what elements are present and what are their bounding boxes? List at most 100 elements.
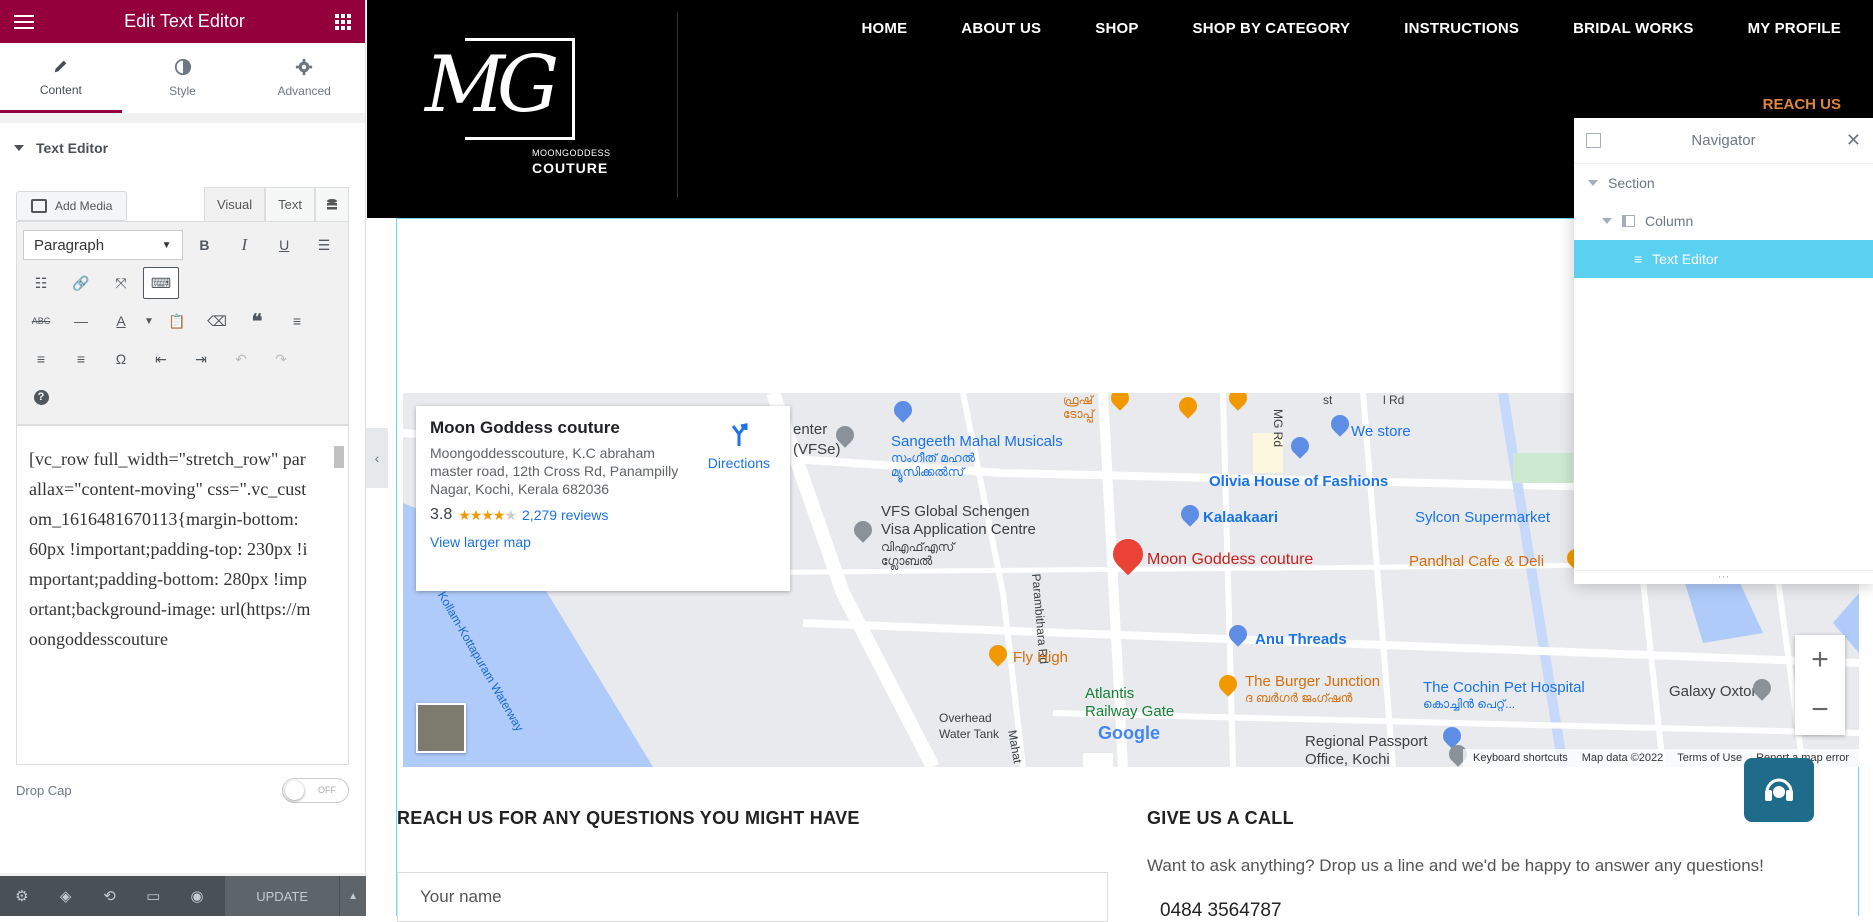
widgets-grid-icon[interactable] — [334, 13, 351, 30]
map-label-atlantis1: Atlantis — [1085, 685, 1135, 702]
drop-cap-state: OFF — [318, 785, 336, 795]
text-color-dropdown-icon[interactable]: ▼ — [143, 305, 155, 337]
tab-advanced[interactable]: Advanced — [243, 43, 365, 113]
collapse-panel-icon[interactable]: ‹ — [366, 428, 388, 488]
site-logo[interactable]: MG MOONGODDESS COUTURE — [417, 24, 610, 184]
nav-my-profile[interactable]: MY PROFILE — [1748, 20, 1841, 37]
numbered-list-icon[interactable]: ☷ — [23, 267, 59, 299]
underline-icon[interactable]: U — [266, 229, 302, 261]
navigator-item-section[interactable]: Section — [1574, 164, 1873, 202]
tab-content[interactable]: Content — [0, 43, 122, 113]
navigator-item-column[interactable]: Column — [1574, 202, 1873, 240]
zoom-in-icon[interactable]: + — [1795, 635, 1845, 685]
database-icon[interactable] — [315, 187, 349, 221]
align-center-icon[interactable]: ≡ — [23, 343, 59, 375]
place-info-card: Moon Goddess couture Moongoddesscouture,… — [416, 406, 790, 591]
indent-icon[interactable]: ⇥ — [183, 343, 219, 375]
nav-instructions[interactable]: INSTRUCTIONS — [1404, 20, 1519, 37]
support-chat-button[interactable] — [1744, 758, 1814, 822]
nav-shop[interactable]: SHOP — [1095, 20, 1138, 37]
nav-bridal-works[interactable]: BRIDAL WORKS — [1573, 20, 1693, 37]
align-right-icon[interactable]: ≡ — [63, 343, 99, 375]
map-label-center: enter — [793, 421, 828, 438]
section-title: Text Editor — [36, 140, 109, 156]
place-address: Moongoddesscouture, K.C abraham master r… — [430, 445, 679, 497]
nav-reach-us[interactable]: REACH US — [1763, 96, 1841, 113]
horizontal-line-icon[interactable]: — — [63, 305, 99, 337]
tab-advanced-label: Advanced — [277, 84, 331, 98]
help-icon[interactable]: ? — [23, 381, 59, 413]
map-label-fly-high: Fly High — [1013, 649, 1069, 666]
map-label-sangeeth-ml1: സംഗീത് മഹൽ — [891, 451, 975, 465]
nav-shop-by-category[interactable]: SHOP BY CATEGORY — [1193, 20, 1351, 37]
bold-icon[interactable]: B — [187, 229, 223, 261]
drop-cap-toggle[interactable]: OFF — [282, 777, 349, 803]
navigator-title: Navigator — [1691, 132, 1756, 149]
align-left-icon[interactable]: ≡ — [279, 305, 315, 337]
view-larger-map-link[interactable]: View larger map — [430, 534, 776, 550]
strikethrough-icon[interactable]: ABC — [23, 305, 59, 337]
layers-icon[interactable]: ◈ — [44, 876, 88, 916]
add-media-button[interactable]: Add Media — [16, 191, 128, 221]
editor-scrollbar[interactable] — [332, 430, 346, 730]
omega-icon[interactable]: Ω — [103, 343, 139, 375]
media-icon — [31, 199, 47, 213]
section-toggle-text-editor[interactable]: Text Editor — [0, 123, 365, 173]
keyboard-shortcuts-link[interactable]: Keyboard shortcuts — [1473, 752, 1568, 764]
reviews-link[interactable]: 2,279 reviews — [522, 507, 608, 523]
fullscreen-icon[interactable]: ⤧ — [103, 267, 139, 299]
map-label-olivia: Olivia House of Fashions — [1209, 473, 1389, 490]
editor-area: Add Media Visual Text Paragraph ▼ B I U … — [0, 173, 365, 873]
outdent-icon[interactable]: ⇤ — [143, 343, 179, 375]
tab-style[interactable]: Style — [122, 43, 244, 113]
tab-visual[interactable]: Visual — [203, 187, 266, 221]
rating-value: 3.8 — [430, 506, 453, 523]
bullet-list-icon[interactable]: ☰ — [306, 229, 342, 261]
map-label-sangeeth-ml2: മ്യൂസിക്കൽസ് — [891, 465, 965, 479]
map-label-sangeeth: Sangeeth Mahal Musicals — [891, 433, 1063, 450]
phone-number[interactable]: 0484 3564787 — [1160, 900, 1282, 922]
undo-icon[interactable]: ↶ — [223, 343, 259, 375]
italic-icon[interactable]: I — [226, 229, 262, 261]
satellite-toggle[interactable] — [416, 703, 466, 753]
map-label-anu: Anu Threads — [1255, 631, 1347, 648]
keyboard-icon[interactable]: ⌨ — [143, 267, 179, 299]
name-input[interactable]: Your name — [397, 872, 1108, 922]
eraser-icon[interactable]: ⌫ — [199, 305, 235, 337]
menu-icon[interactable] — [14, 14, 34, 29]
terms-link[interactable]: Terms of Use — [1677, 752, 1742, 764]
resize-handle-icon[interactable]: ··· — [1574, 570, 1873, 584]
rating-stars-icon: ★★★★★ — [458, 506, 517, 523]
editor-top: Add Media Visual Text — [16, 173, 349, 221]
settings-gear-icon[interactable]: ⚙ — [0, 876, 44, 916]
tab-text[interactable]: Text — [265, 187, 315, 221]
logo-title: COUTURE — [532, 160, 609, 176]
update-options-icon[interactable]: ▲ — [339, 876, 366, 916]
map-label-regional2: Office, Kochi — [1305, 751, 1390, 767]
nav-about-us[interactable]: ABOUT US — [961, 20, 1041, 37]
format-select[interactable]: Paragraph ▼ — [23, 230, 183, 260]
zoom-out-icon[interactable]: − — [1795, 685, 1845, 735]
map-label-cochin-ml: കൊച്ചിൻ പെറ്റ്... — [1423, 697, 1516, 711]
link-icon[interactable]: 🔗 — [63, 267, 99, 299]
eye-icon[interactable]: ◉ — [175, 876, 219, 916]
navigator-item-text-editor[interactable]: ≡ Text Editor — [1574, 240, 1873, 278]
text-color-icon[interactable]: A — [103, 305, 139, 337]
history-icon[interactable]: ⟲ — [88, 876, 132, 916]
directions-button[interactable]: Directions — [708, 420, 770, 471]
paste-text-icon[interactable]: 📋 — [159, 305, 195, 337]
map-label-atlantis2: Railway Gate — [1085, 703, 1175, 720]
text-editor-content[interactable]: [vc_row full_width="stretch_row" paralla… — [16, 425, 349, 765]
tab-style-label: Style — [169, 84, 196, 98]
update-button[interactable]: UPDATE — [224, 876, 340, 916]
responsive-icon[interactable]: ▭ — [131, 876, 175, 916]
map-label-burger: The Burger Junction — [1245, 673, 1381, 690]
editor-toolbar: Paragraph ▼ B I U ☰ ☷ 🔗 ⤧ ⌨ ABC — A ▼ 📋 — [16, 221, 349, 425]
close-icon[interactable]: ✕ — [1846, 130, 1861, 151]
redo-icon[interactable]: ↷ — [263, 343, 299, 375]
blockquote-icon[interactable]: ❝ — [239, 305, 275, 337]
collapse-all-icon[interactable] — [1586, 133, 1601, 148]
map-label-vfs2: Visa Application Centre — [881, 521, 1036, 538]
nav-home[interactable]: HOME — [861, 20, 907, 37]
map-label-overhead2: Water Tank — [939, 727, 1000, 741]
